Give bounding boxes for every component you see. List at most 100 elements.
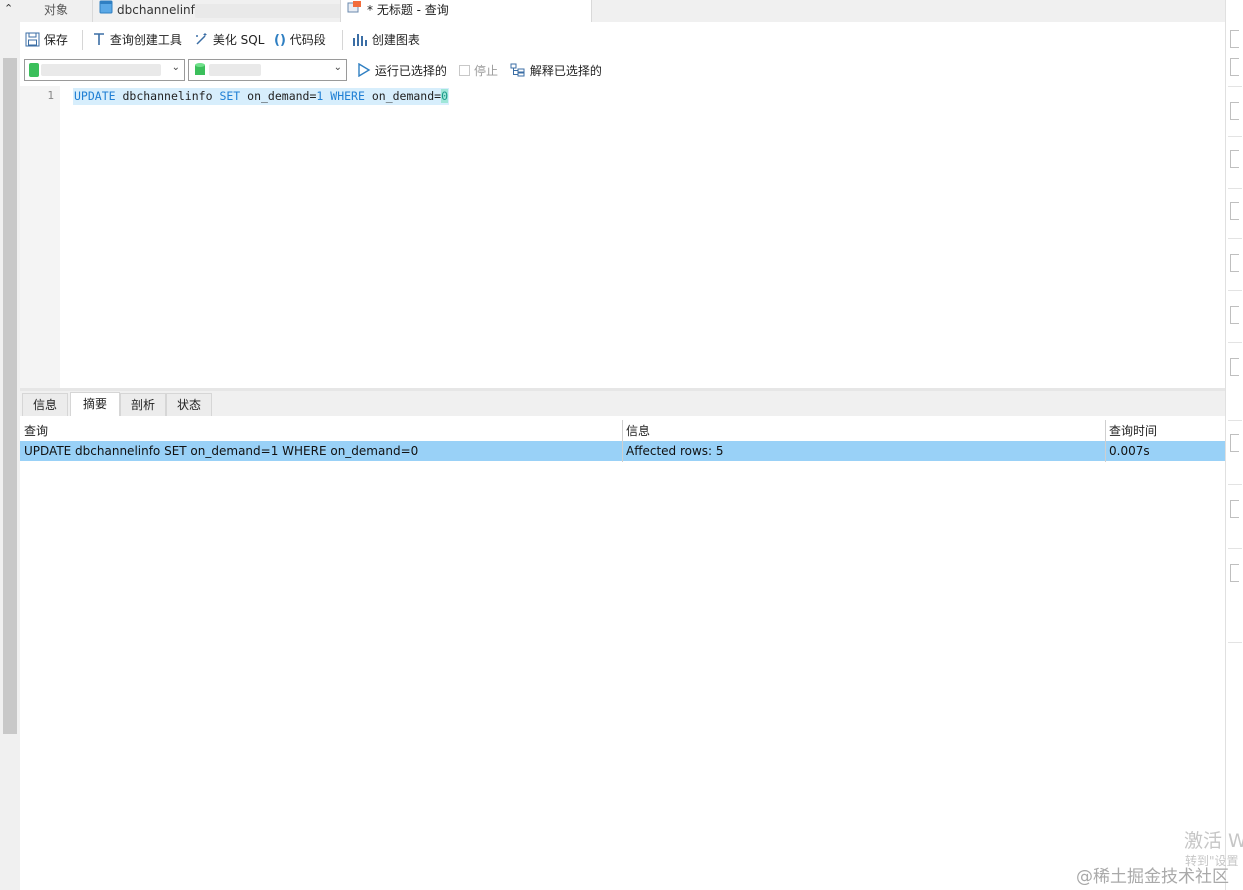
connection-select[interactable]: ⌄ bbox=[24, 59, 185, 81]
play-icon bbox=[358, 62, 371, 78]
panel-marker bbox=[1230, 500, 1239, 518]
panel-marker bbox=[1230, 58, 1239, 76]
toolbar-separator bbox=[342, 30, 343, 50]
panel-marker bbox=[1230, 202, 1239, 220]
column-header-info[interactable]: 信息 bbox=[622, 422, 650, 440]
tab-summary[interactable]: 摘要 bbox=[70, 392, 120, 416]
save-button[interactable]: 保存 bbox=[25, 31, 68, 49]
magic-wand-icon bbox=[196, 33, 207, 45]
query-icon bbox=[347, 0, 363, 21]
brackets-icon: () bbox=[274, 33, 286, 48]
sql-keyword: WHERE bbox=[330, 89, 365, 103]
tab-query-label: * 无标题 - 查询 bbox=[367, 3, 449, 17]
document-tab-bar: 对象 dbchannelinf * 无标题 - 查询 bbox=[20, 0, 1225, 23]
toolbar-separator bbox=[82, 30, 83, 50]
sql-number: 0 bbox=[441, 89, 449, 103]
column-divider[interactable] bbox=[622, 420, 623, 462]
save-label: 保存 bbox=[43, 33, 68, 47]
redacted-text bbox=[194, 3, 340, 18]
tab-info-label: 信息 bbox=[32, 398, 57, 412]
site-watermark: @稀土掘金技术社区 bbox=[1076, 867, 1229, 887]
explain-selected-button[interactable]: 解释已选择的 bbox=[510, 62, 602, 80]
tab-profile[interactable]: 剖析 bbox=[120, 393, 166, 416]
panel-marker bbox=[1230, 30, 1239, 48]
column-header-time[interactable]: 查询时间 bbox=[1105, 422, 1157, 440]
run-selected-button[interactable]: 运行已选择的 bbox=[357, 62, 447, 80]
results-table: 查询 信息 查询时间 UPDATE dbchannelinfo SET on_d… bbox=[20, 416, 1225, 890]
activation-watermark: 激活 W bbox=[1184, 830, 1243, 852]
database-icon bbox=[195, 63, 205, 75]
tab-query[interactable]: * 无标题 - 查询 bbox=[340, 0, 592, 23]
panel-marker bbox=[1230, 102, 1239, 120]
chart-icon bbox=[353, 34, 367, 46]
run-selected-label: 运行已选择的 bbox=[374, 64, 447, 78]
sql-keyword: SET bbox=[219, 89, 241, 103]
divider bbox=[1228, 548, 1242, 549]
divider bbox=[1228, 484, 1242, 485]
code-line[interactable]: UPDATE dbchannelinfo SET on_demand=1 WHE… bbox=[73, 88, 450, 105]
cell-info[interactable]: Affected rows: 5 bbox=[622, 441, 1105, 461]
redacted-text bbox=[209, 64, 261, 76]
sql-editor[interactable]: 1 UPDATE dbchannelinfo SET on_demand=1 W… bbox=[20, 86, 1225, 388]
panel-marker bbox=[1230, 306, 1239, 324]
explain-selected-label: 解释已选择的 bbox=[529, 64, 602, 78]
stop-icon bbox=[459, 65, 470, 76]
tab-objects[interactable]: 对象 bbox=[20, 0, 92, 22]
database-select[interactable]: ⌄ bbox=[188, 59, 347, 81]
scroll-up-icon[interactable]: ⌃ bbox=[4, 2, 13, 15]
sql-number: 1 bbox=[316, 89, 324, 103]
create-chart-button[interactable]: 创建图表 bbox=[352, 31, 420, 49]
explain-icon bbox=[510, 63, 525, 77]
right-side-panel bbox=[1225, 0, 1243, 890]
scrollbar-thumb[interactable] bbox=[3, 58, 17, 734]
beautify-sql-label: 美化 SQL bbox=[212, 33, 265, 47]
divider bbox=[1228, 136, 1242, 137]
beautify-sql-button[interactable]: 美化 SQL bbox=[194, 31, 264, 49]
divider bbox=[1228, 238, 1242, 239]
panel-marker bbox=[1230, 358, 1239, 376]
divider bbox=[1228, 86, 1242, 87]
chevron-down-icon: ⌄ bbox=[333, 62, 342, 73]
sql-identifier: on_demand= bbox=[371, 89, 442, 103]
query-builder-button[interactable]: 查询创建工具 bbox=[92, 31, 182, 49]
sql-identifier: dbchannelinfo bbox=[122, 89, 213, 103]
divider bbox=[1228, 188, 1242, 189]
divider bbox=[1228, 420, 1242, 421]
column-header-query[interactable]: 查询 bbox=[20, 422, 48, 440]
sql-identifier: on_demand= bbox=[247, 89, 317, 103]
connection-icon bbox=[29, 63, 39, 77]
table-icon bbox=[99, 0, 113, 21]
stop-label: 停止 bbox=[474, 64, 499, 78]
divider bbox=[1228, 342, 1242, 343]
divider bbox=[1228, 290, 1242, 291]
column-divider[interactable] bbox=[1105, 420, 1106, 462]
tab-profile-label: 剖析 bbox=[130, 398, 155, 412]
stop-button[interactable]: 停止 bbox=[459, 62, 498, 80]
tab-info[interactable]: 信息 bbox=[22, 393, 68, 416]
panel-marker bbox=[1230, 254, 1239, 272]
tab-table-label: dbchannelinf bbox=[117, 3, 195, 17]
editor-toolbar: 保存 查询创建工具 美化 SQL () 代码段 创建图表 bbox=[20, 22, 1225, 56]
query-builder-label: 查询创建工具 bbox=[109, 33, 182, 47]
line-number-gutter: 1 bbox=[20, 86, 60, 388]
tab-status[interactable]: 状态 bbox=[166, 393, 212, 416]
panel-marker bbox=[1230, 150, 1239, 168]
tab-summary-label: 摘要 bbox=[82, 397, 107, 411]
chevron-down-icon: ⌄ bbox=[171, 62, 180, 73]
tab-objects-label: 对象 bbox=[43, 3, 68, 17]
redacted-text bbox=[41, 64, 161, 76]
result-tab-bar: 信息 摘要 剖析 状态 bbox=[20, 391, 1225, 417]
code-snippet-button[interactable]: () 代码段 bbox=[274, 31, 326, 49]
sql-keyword: UPDATE bbox=[74, 89, 116, 103]
create-chart-label: 创建图表 bbox=[371, 33, 420, 47]
cell-query[interactable]: UPDATE dbchannelinfo SET on_demand=1 WHE… bbox=[20, 441, 622, 461]
tab-status-label: 状态 bbox=[176, 398, 201, 412]
cell-time[interactable]: 0.007s bbox=[1105, 441, 1225, 461]
panel-marker bbox=[1230, 564, 1239, 582]
tab-table[interactable]: dbchannelinf bbox=[92, 0, 340, 22]
divider bbox=[1228, 642, 1242, 643]
panel-marker bbox=[1230, 434, 1239, 452]
query-builder-icon bbox=[94, 33, 104, 45]
connection-bar: ⌄ ⌄ 运行已选择的 停止 解释已选择的 bbox=[20, 56, 1225, 86]
line-number: 1 bbox=[47, 89, 54, 102]
